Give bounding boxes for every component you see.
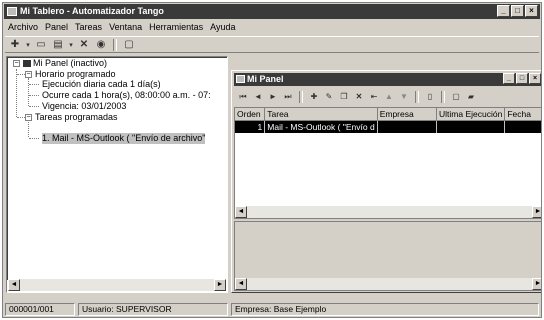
dropdown-arrow-icon[interactable]: ▾ <box>25 38 31 52</box>
panel-folder-icon <box>23 60 31 68</box>
app-icon <box>7 7 17 16</box>
tree-node-task-item[interactable]: 1. Mail - MS-Outlook ( "Envío de archivo… <box>42 133 206 144</box>
scroll-right-icon[interactable]: ► <box>532 206 541 218</box>
cell-orden: 1 <box>235 120 266 133</box>
status-company: Empresa: Base Ejemplo <box>231 303 539 316</box>
toolbar-separator <box>441 90 445 103</box>
table-horizontal-scrollbar[interactable]: ◄ ► <box>235 206 541 218</box>
import-icon[interactable]: ⇤ <box>368 90 380 104</box>
main-window: Mi Tablero - Automatizador Tango _ □ × A… <box>2 2 542 318</box>
column-header-orden[interactable]: Orden <box>235 108 266 121</box>
panel-window: Mi Panel _ □ × ⏮ ◄ ► ⏭ ✚ ✎ ❐ ✕ ⇤ ▲ ▼ ▯ ▢… <box>231 70 541 293</box>
panel-minimize-button[interactable]: _ <box>503 73 515 84</box>
tree-view[interactable]: − Mi Panel (inactivo) − Horario programa… <box>6 56 228 293</box>
title-bar: Mi Tablero - Automatizador Tango _ □ × <box>4 4 540 19</box>
delete-task-icon[interactable]: ✕ <box>353 90 365 104</box>
column-header-ultima-ejecucion[interactable]: Ultima Ejecución <box>436 108 506 121</box>
panel-navigation-toolbar: ⏮ ◄ ► ⏭ ✚ ✎ ❐ ✕ ⇤ ▲ ▼ ▯ ▢ ▰ <box>234 88 541 105</box>
info-icon[interactable]: ▯ <box>424 90 436 104</box>
tree-node-root[interactable]: Mi Panel (inactivo) <box>23 58 107 69</box>
panel-detail-pane: ◄ ► <box>234 221 541 291</box>
panel-settings-icon[interactable]: ▰ <box>465 90 477 104</box>
menu-ayuda[interactable]: Ayuda <box>210 21 235 34</box>
add-task-icon[interactable]: ✚ <box>308 90 320 104</box>
move-up-icon[interactable]: ▲ <box>383 90 395 104</box>
cell-tarea: Mail - MS-Outlook ( "Envío d <box>264 120 378 133</box>
status-user: Usuario: SUPERVISOR <box>78 303 228 316</box>
window-icon[interactable]: ▢ <box>122 38 136 52</box>
save-icon[interactable]: ▤ <box>51 38 65 52</box>
status-record: 000001/001 <box>5 303 75 316</box>
previous-record-icon[interactable]: ◄ <box>252 90 264 104</box>
menu-archivo[interactable]: Archivo <box>8 21 38 34</box>
panel-title-bar: Mi Panel _ □ × <box>234 73 541 86</box>
tasks-table-body: Orden Tarea Empresa Ultima Ejecución Fec… <box>235 108 541 133</box>
tree-node-tasks[interactable]: Tareas programadas <box>35 112 118 123</box>
scroll-left-icon[interactable]: ◄ <box>235 278 247 290</box>
toolbar: ✚ ▾ ▭ ▤ ▾ ✕ ◉ ▢ <box>5 36 539 53</box>
detail-horizontal-scrollbar[interactable]: ◄ ► <box>235 278 541 290</box>
scroll-left-icon[interactable]: ◄ <box>235 206 247 218</box>
toolbar-separator <box>113 38 117 51</box>
tree-horizontal-scrollbar[interactable]: ◄ ► <box>8 279 226 291</box>
scroll-left-icon[interactable]: ◄ <box>8 279 20 291</box>
maximize-button[interactable]: □ <box>511 5 524 17</box>
menu-herramientas[interactable]: Herramientas <box>149 21 203 34</box>
tree-node-schedule-item[interactable]: Ocurre cada 1 hora(s), 08:00:00 a.m. - 0… <box>42 90 211 101</box>
cell-empresa <box>377 120 438 133</box>
move-down-icon[interactable]: ▼ <box>398 90 410 104</box>
menu-tareas[interactable]: Tareas <box>75 21 102 34</box>
status-bar: 000001/001 Usuario: SUPERVISOR Empresa: … <box>5 303 539 316</box>
delete-icon[interactable]: ✕ <box>77 38 91 52</box>
scroll-right-icon[interactable]: ► <box>532 278 541 290</box>
tasks-table[interactable]: Orden Tarea Empresa Ultima Ejecución Fec… <box>234 107 541 219</box>
tree-node-schedule-item[interactable]: Ejecución diaria cada 1 día(s) <box>42 79 161 90</box>
cell-ultima-ejecucion <box>436 120 506 133</box>
table-header-row: Orden Tarea Empresa Ultima Ejecución Fec… <box>235 108 541 121</box>
collapse-root-icon[interactable]: − <box>13 60 20 67</box>
toolbar-separator <box>415 90 419 103</box>
window-title: Mi Tablero - Automatizador Tango <box>20 6 164 16</box>
minimize-button[interactable]: _ <box>497 5 510 17</box>
dropdown-arrow-icon[interactable]: ▾ <box>68 38 74 52</box>
toolbar-separator <box>299 90 303 103</box>
column-header-tarea[interactable]: Tarea <box>264 108 378 121</box>
window-icon[interactable]: ▢ <box>450 90 462 104</box>
copy-task-icon[interactable]: ❐ <box>338 90 350 104</box>
panel-title: Mi Panel <box>247 74 284 84</box>
column-header-fecha[interactable]: Fecha <box>504 108 541 121</box>
column-header-empresa[interactable]: Empresa <box>377 108 438 121</box>
new-item-icon[interactable]: ✚ <box>8 38 22 52</box>
help-icon[interactable]: ◉ <box>94 38 108 52</box>
collapse-tasks-icon[interactable]: − <box>25 114 32 121</box>
menu-ventana[interactable]: Ventana <box>109 21 142 34</box>
last-record-icon[interactable]: ⏭ <box>282 90 294 104</box>
panel-app-icon <box>236 75 245 83</box>
edit-task-icon[interactable]: ✎ <box>323 90 335 104</box>
collapse-schedule-icon[interactable]: − <box>25 71 32 78</box>
table-row[interactable]: 1 Mail - MS-Outlook ( "Envío d <box>235 120 541 133</box>
tree-node-schedule-item[interactable]: Vigencia: 03/01/2003 <box>42 101 126 112</box>
menu-panel[interactable]: Panel <box>45 21 68 34</box>
close-button[interactable]: × <box>525 5 538 17</box>
open-icon[interactable]: ▭ <box>34 38 48 52</box>
panel-maximize-button[interactable]: □ <box>516 73 528 84</box>
cell-fecha <box>504 120 541 133</box>
scroll-right-icon[interactable]: ► <box>214 279 226 291</box>
next-record-icon[interactable]: ► <box>267 90 279 104</box>
panel-close-button[interactable]: × <box>529 73 541 84</box>
first-record-icon[interactable]: ⏮ <box>237 90 249 104</box>
menu-bar: Archivo Panel Tareas Ventana Herramienta… <box>5 21 539 34</box>
